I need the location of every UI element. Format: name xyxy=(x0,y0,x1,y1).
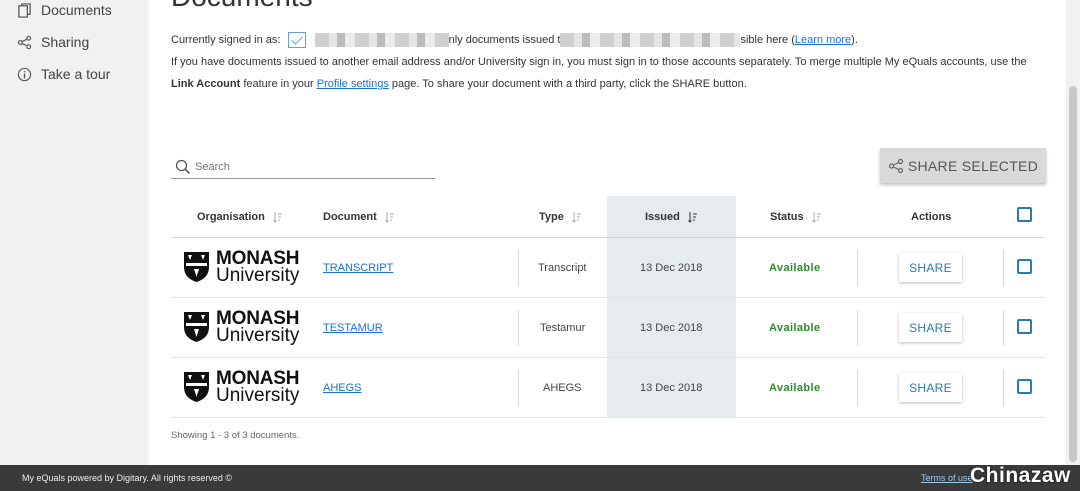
footer: My eQuals powered by Digitary. All right… xyxy=(0,465,1080,491)
monash-crest-icon xyxy=(184,252,209,282)
search-input[interactable] xyxy=(195,161,425,173)
type-cell: Testamur xyxy=(540,322,586,334)
monash-university-logo: MONASH University xyxy=(183,369,300,406)
column-label: Status xyxy=(770,211,804,223)
column-divider xyxy=(857,310,858,346)
punctuation: ). xyxy=(851,33,858,46)
logo-text-line2: University xyxy=(216,385,300,406)
search-icon xyxy=(175,159,191,175)
row-select-checkbox[interactable] xyxy=(1017,259,1032,274)
info-icon xyxy=(16,66,32,82)
pagination-summary: Showing 1 - 3 of 3 documents. xyxy=(171,430,300,441)
column-header-issued[interactable]: Issued xyxy=(645,196,698,238)
info-line-3: Link Account feature in your Profile set… xyxy=(171,77,747,91)
column-divider xyxy=(1003,370,1004,406)
status-badge: Available xyxy=(769,322,821,334)
type-cell: Transcript xyxy=(538,262,587,274)
watermark: Chinazaw xyxy=(970,464,1071,487)
issued-cell: 13 Dec 2018 xyxy=(640,262,703,274)
sidebar-item-label: Documents xyxy=(41,2,112,18)
logo-text-line2: University xyxy=(216,265,300,286)
status-badge: Available xyxy=(769,382,821,394)
type-cell: AHEGS xyxy=(543,382,582,394)
column-divider xyxy=(1003,250,1004,286)
sort-icon xyxy=(272,212,282,223)
column-header-actions: Actions xyxy=(911,196,951,238)
profile-settings-link[interactable]: Profile settings xyxy=(317,78,389,90)
select-all-checkbox[interactable] xyxy=(1017,207,1032,222)
issued-cell: 13 Dec 2018 xyxy=(640,322,703,334)
table-row: MONASH University AHEGS AHEGS 13 Dec 201… xyxy=(171,358,1045,418)
document-link[interactable]: TESTAMUR xyxy=(323,322,383,334)
sidebar-item-label: Take a tour xyxy=(41,66,111,82)
document-link[interactable]: AHEGS xyxy=(323,382,362,394)
share-icon xyxy=(16,34,32,50)
verified-email-icon xyxy=(287,32,306,48)
signed-in-text-end: sible here ( xyxy=(740,33,795,46)
monash-university-logo: MONASH University xyxy=(183,309,300,346)
column-label: Issued xyxy=(645,211,680,223)
info-line-2: If you have documents issued to another … xyxy=(171,56,1027,68)
info-text: page. To share your document with a thir… xyxy=(388,78,747,90)
sort-icon xyxy=(384,212,394,223)
column-divider xyxy=(857,250,858,286)
signed-in-line: Currently signed in as: nly documents is… xyxy=(171,32,858,48)
share-button[interactable]: SHARE xyxy=(899,253,962,282)
sort-icon xyxy=(811,212,821,223)
column-divider xyxy=(518,370,519,406)
column-label: Organisation xyxy=(197,211,265,223)
signed-in-label: Currently signed in as: xyxy=(171,33,281,46)
issued-cell: 13 Dec 2018 xyxy=(640,382,703,394)
share-selected-label: SHARE SELECTED xyxy=(907,157,1039,174)
share-selected-button[interactable]: SHARE SELECTED xyxy=(880,148,1046,183)
link-account-label: Link Account xyxy=(171,78,241,90)
sidebar-item-label: Sharing xyxy=(41,34,90,50)
logo-text-line2: University xyxy=(216,325,300,346)
document-icon xyxy=(16,2,32,18)
monash-crest-icon xyxy=(184,312,209,342)
sidebar: Documents Sharing Take a tour xyxy=(0,0,149,465)
monash-crest-icon xyxy=(184,372,209,402)
column-label: Document xyxy=(323,211,377,223)
vertical-scrollbar[interactable] xyxy=(1066,0,1080,465)
column-label: Type xyxy=(539,211,564,223)
sort-icon xyxy=(572,212,581,223)
page-title: Documents xyxy=(171,0,313,12)
row-select-checkbox[interactable] xyxy=(1017,319,1032,334)
share-icon xyxy=(888,158,904,174)
scrollbar-thumb[interactable] xyxy=(1069,86,1077,462)
info-text: feature in your xyxy=(240,78,317,90)
sidebar-item-take-a-tour[interactable]: Take a tour xyxy=(16,66,110,82)
status-badge: Available xyxy=(769,262,821,274)
column-divider xyxy=(1003,310,1004,346)
search-bar xyxy=(171,156,435,179)
footer-copyright: My eQuals powered by Digitary. All right… xyxy=(22,473,233,483)
column-header-status[interactable]: Status xyxy=(770,196,822,238)
main-panel: Documents Currently signed in as: nly do… xyxy=(149,0,1066,465)
document-link[interactable]: TRANSCRIPT xyxy=(323,262,393,274)
sort-descending-icon xyxy=(688,212,697,223)
column-divider xyxy=(518,250,519,286)
column-label: Actions xyxy=(911,211,952,223)
column-header-document[interactable]: Document xyxy=(323,196,395,238)
signed-in-text: nly documents issued t xyxy=(448,33,561,46)
redacted-text xyxy=(560,33,741,47)
sidebar-item-sharing[interactable]: Sharing xyxy=(16,34,89,50)
documents-table: Organisation Document Type Issued Status… xyxy=(171,196,1045,418)
sidebar-item-documents[interactable]: Documents xyxy=(16,2,112,18)
row-select-checkbox[interactable] xyxy=(1017,379,1032,394)
table-row: MONASH University TRANSCRIPT Transcript … xyxy=(171,238,1045,298)
share-button[interactable]: SHARE xyxy=(899,373,962,402)
column-header-type[interactable]: Type xyxy=(539,196,582,238)
monash-university-logo: MONASH University xyxy=(183,249,300,286)
share-button[interactable]: SHARE xyxy=(899,313,962,342)
redacted-email xyxy=(314,33,449,47)
terms-of-use-link[interactable]: Terms of use xyxy=(921,473,973,483)
learn-more-link[interactable]: Learn more xyxy=(795,34,851,46)
column-divider xyxy=(518,310,519,346)
table-header: Organisation Document Type Issued Status… xyxy=(171,196,1045,238)
column-divider xyxy=(857,370,858,406)
table-row: MONASH University TESTAMUR Testamur 13 D… xyxy=(171,298,1045,358)
column-header-organisation[interactable]: Organisation xyxy=(197,196,283,238)
